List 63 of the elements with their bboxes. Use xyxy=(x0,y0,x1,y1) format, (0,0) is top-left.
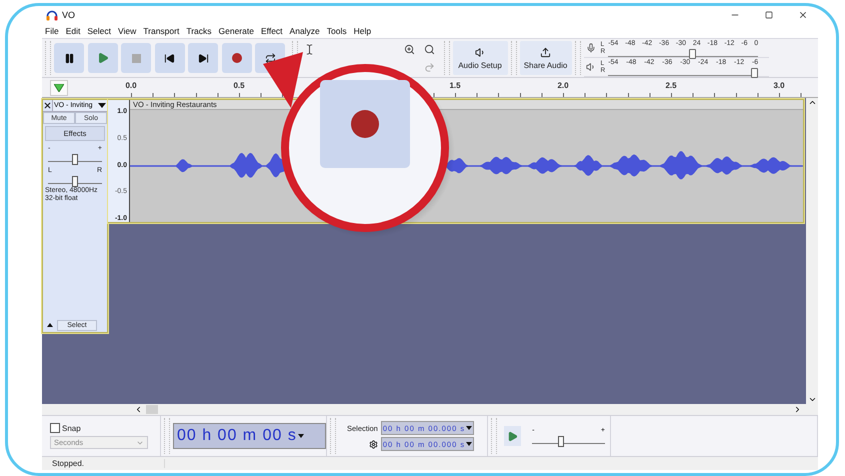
menu-item[interactable]: Tools xyxy=(326,26,347,36)
menu-item[interactable]: Transport xyxy=(143,26,180,36)
scroll-down-icon[interactable] xyxy=(808,395,816,404)
meter-slider-thumb[interactable] xyxy=(750,68,758,78)
slider-thumb[interactable] xyxy=(72,154,78,165)
skip-to-start-button[interactable] xyxy=(154,43,184,73)
stop-icon xyxy=(132,54,140,62)
record-icon xyxy=(232,53,242,63)
status-text: Stopped. xyxy=(42,459,165,468)
zoom-in-icon xyxy=(404,44,415,54)
play-at-speed-button[interactable] xyxy=(504,426,522,446)
share-audio-button[interactable]: Share Audio xyxy=(520,41,572,75)
ruler-label: 2.5 xyxy=(665,81,677,90)
magnifier-icon xyxy=(424,44,435,54)
scroll-right-icon[interactable] xyxy=(793,405,802,414)
play-head-button[interactable] xyxy=(50,80,68,96)
settings-icon[interactable] xyxy=(368,440,378,448)
meter-slider-thumb[interactable] xyxy=(689,49,696,59)
skip-forward-icon xyxy=(198,52,208,64)
ruler-label: 1.5 xyxy=(449,81,461,90)
menu-item[interactable]: Edit xyxy=(66,26,80,36)
slider-track[interactable] xyxy=(532,435,605,444)
slider-track[interactable] xyxy=(48,175,102,184)
record-button[interactable] xyxy=(222,43,252,73)
ruler-label: 0.0 xyxy=(125,81,137,90)
snap-checkbox[interactable]: Snap xyxy=(50,423,148,433)
scroll-left-icon[interactable] xyxy=(134,405,143,414)
menu-item[interactable]: Effect xyxy=(260,26,283,36)
menu-item[interactable]: Help xyxy=(354,26,372,36)
text-cursor-icon xyxy=(304,44,315,54)
slider-thumb[interactable] xyxy=(558,436,564,447)
pause-icon xyxy=(64,52,74,64)
play-icon xyxy=(506,430,518,442)
maximize-icon xyxy=(765,11,773,19)
ruler-label: 0.5 xyxy=(233,81,245,90)
upload-icon xyxy=(540,46,551,58)
close-icon xyxy=(798,10,808,20)
play-icon xyxy=(96,52,108,64)
pause-button[interactable] xyxy=(54,43,84,73)
scroll-up-icon[interactable] xyxy=(808,98,816,107)
menu-item[interactable]: Tracks xyxy=(186,26,212,36)
play-button[interactable] xyxy=(88,43,118,73)
time-display[interactable]: 00 h 00 m 00 s xyxy=(172,423,326,449)
microphone-icon[interactable] xyxy=(586,43,596,53)
speaker-icon xyxy=(474,46,486,58)
ruler-label: 2.0 xyxy=(557,81,569,90)
menu-item[interactable]: Select xyxy=(87,26,111,36)
menu-item[interactable]: File xyxy=(45,26,59,36)
speaker-icon[interactable] xyxy=(586,62,596,72)
menu-item[interactable]: View xyxy=(118,26,136,36)
ruler-label: 3.0 xyxy=(773,81,785,90)
menu-item[interactable]: Analyze xyxy=(290,26,320,36)
skip-to-end-button[interactable] xyxy=(188,43,218,73)
headphones-logo-icon xyxy=(46,10,58,20)
slider-thumb[interactable] xyxy=(72,176,78,187)
slider-track[interactable] xyxy=(48,153,102,162)
window-title: VO xyxy=(62,10,76,20)
triangle-icon xyxy=(54,84,64,92)
loop-icon xyxy=(264,52,276,64)
audio-setup-button[interactable]: Audio Setup xyxy=(452,41,508,75)
redo-icon xyxy=(424,62,435,72)
skip-back-icon xyxy=(164,52,175,64)
menu-item[interactable]: Generate xyxy=(218,26,254,36)
